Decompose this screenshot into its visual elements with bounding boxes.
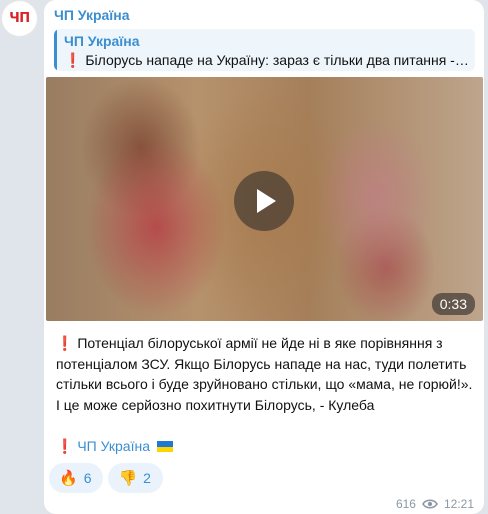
avatar-text: ЧП [9, 11, 30, 26]
reaction-count: 6 [83, 470, 92, 486]
exclamation-icon: ❗ [56, 438, 74, 454]
reaction-count: 2 [143, 470, 151, 486]
ukraine-flag-icon [156, 441, 173, 452]
thumbs-down-icon: 👎 [118, 469, 138, 487]
reply-accent-bar [54, 29, 57, 71]
signature: ❗ ЧП Україна [56, 438, 173, 455]
reaction-thumbs-down[interactable]: 👎 2 [108, 463, 163, 493]
reactions: 🔥 6 👎 2 [49, 463, 163, 493]
message-text: ❗ Потенціал білоруської армії не йде ні … [56, 333, 474, 415]
exclamation-icon: ❗ [64, 52, 82, 68]
signature-link[interactable]: ЧП Україна [77, 438, 150, 454]
exclamation-icon: ❗ [56, 335, 74, 351]
message-body: Потенціал білоруської армії не йде ні в … [56, 335, 473, 413]
channel-name[interactable]: ЧП Україна [54, 7, 130, 23]
view-count: 616 [395, 497, 416, 511]
channel-avatar[interactable]: ЧП [1, 0, 38, 37]
reply-snippet: Білорусь нападе на Україну: зараз є тіль… [85, 52, 469, 68]
eye-icon [422, 499, 438, 509]
play-icon [257, 189, 276, 213]
play-button[interactable] [234, 171, 294, 231]
video-thumbnail[interactable]: 0:33 [46, 77, 483, 321]
message-bubble: ЧП Україна ЧП Україна ❗ Білорусь нападе … [44, 0, 484, 514]
reply-author: ЧП Україна [64, 33, 140, 49]
reply-text: ❗ Білорусь нападе на Україну: зараз є ті… [64, 52, 469, 69]
fire-icon: 🔥 [59, 469, 78, 487]
video-duration: 0:33 [431, 293, 475, 315]
reply-preview[interactable]: ЧП Україна ❗ Білорусь нападе на Україну:… [54, 29, 475, 71]
message-meta: 616 12:21 [396, 497, 474, 511]
reaction-fire[interactable]: 🔥 6 [49, 463, 104, 493]
message-time: 12:21 [443, 497, 474, 511]
